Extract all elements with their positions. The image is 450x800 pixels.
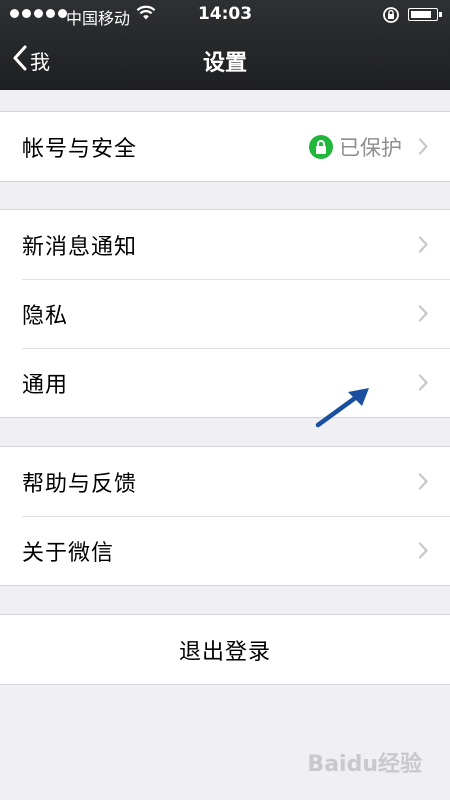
settings-item-label: 通用: [22, 372, 69, 398]
page-title: 设置: [202, 51, 247, 76]
top-bar: 中国移动 14:03 我 设置: [0, 0, 450, 90]
protection-status: 已保护: [309, 132, 402, 162]
chevron-right-icon: [418, 236, 428, 257]
settings-item-account-security[interactable]: 帐号与安全 已保护: [0, 112, 450, 181]
settings-group-general: 新消息通知 隐私 通用: [0, 209, 450, 418]
chevron-right-icon: [418, 305, 428, 326]
navigation-bar: 我 设置: [0, 30, 450, 90]
chevron-right-icon: [418, 473, 428, 494]
chevron-right-icon: [418, 542, 428, 563]
logout-group: 退出登录: [0, 614, 450, 685]
settings-item-privacy[interactable]: 隐私: [0, 279, 450, 348]
protection-status-text: 已保护: [339, 135, 402, 160]
rotation-lock-icon: [382, 6, 400, 28]
settings-item-label: 帐号与安全: [22, 136, 138, 162]
status-bar: 中国移动 14:03: [0, 0, 450, 30]
lock-icon: [309, 134, 333, 159]
chevron-right-icon: [418, 138, 428, 159]
settings-item-about-wechat[interactable]: 关于微信: [0, 516, 450, 585]
settings-item-help-feedback[interactable]: 帮助与反馈: [0, 447, 450, 516]
settings-group-account: 帐号与安全 已保护: [0, 111, 450, 182]
settings-group-help: 帮助与反馈 关于微信: [0, 446, 450, 586]
settings-item-general[interactable]: 通用: [0, 348, 450, 417]
logout-button[interactable]: 退出登录: [0, 615, 450, 684]
watermark: Baidu经验: [307, 752, 422, 777]
settings-item-new-message-notifications[interactable]: 新消息通知: [0, 210, 450, 279]
settings-item-label: 新消息通知: [22, 234, 138, 260]
logout-label: 退出登录: [178, 639, 271, 665]
battery-icon: [408, 8, 442, 21]
annotation-arrow-icon: [312, 384, 374, 434]
settings-item-label: 隐私: [22, 303, 69, 329]
chevron-right-icon: [418, 374, 428, 395]
settings-item-label: 关于微信: [22, 540, 115, 566]
settings-item-label: 帮助与反馈: [22, 471, 138, 497]
